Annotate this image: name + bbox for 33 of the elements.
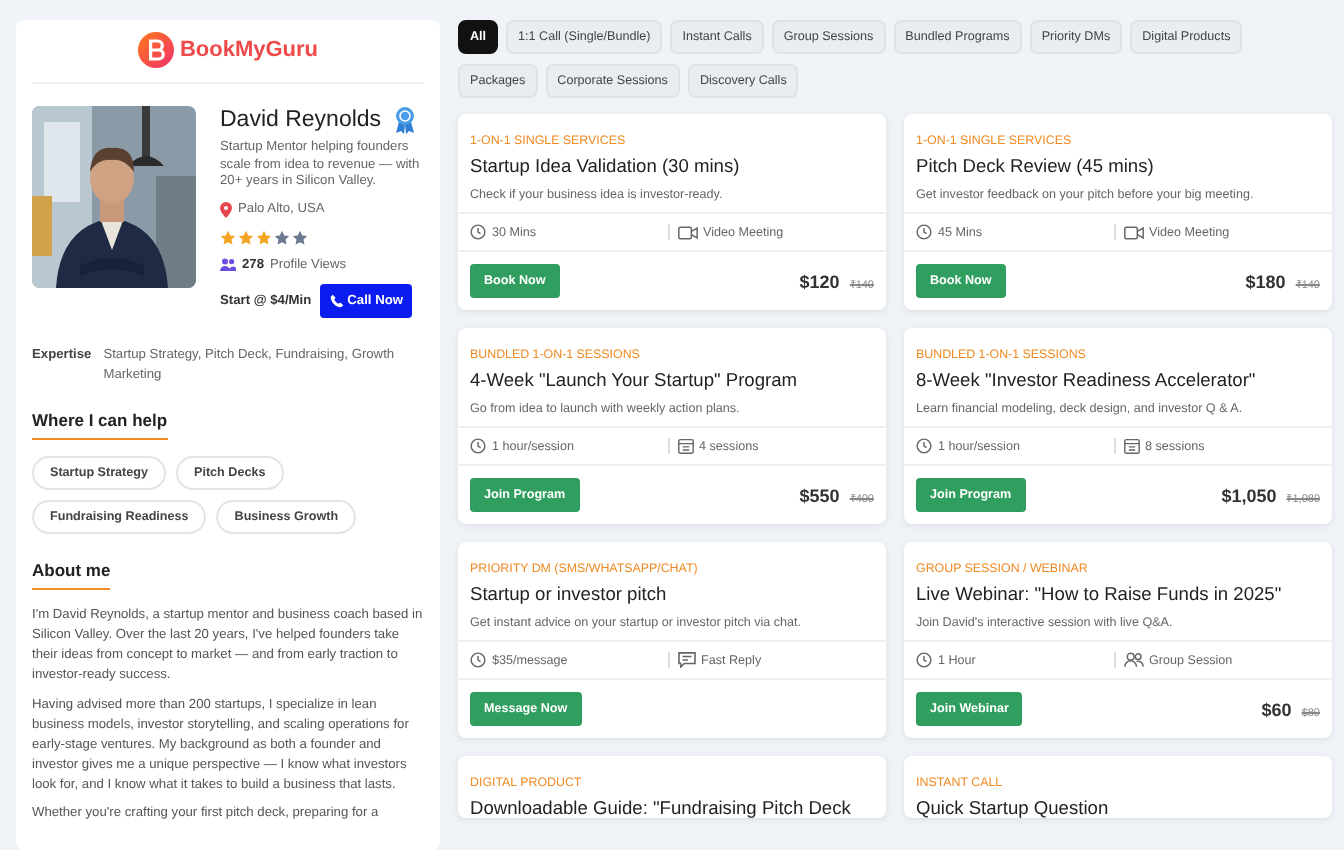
calendar-icon	[677, 438, 693, 454]
price: $60	[1261, 699, 1292, 719]
service-title: Startup Idea Validation (30 mins)	[468, 154, 742, 176]
service-title: Quick Startup Question	[914, 796, 1111, 818]
brand-name: BookMyGuru	[179, 38, 319, 62]
price: $1,050	[1221, 485, 1277, 505]
logo-icon	[137, 32, 174, 68]
service-title: 4-Week "Launch Your Startup" Program	[468, 368, 800, 390]
clock-icon	[916, 224, 932, 240]
price: $120	[799, 271, 840, 291]
service-title: Pitch Deck Review (45 mins)	[914, 154, 1156, 176]
service-title: Downloadable Guide: "Fundraising Pitch Deck	[468, 796, 853, 818]
section-heading: About me	[32, 560, 111, 591]
people-icon	[220, 257, 236, 272]
price: $550	[799, 485, 840, 505]
clock-icon	[470, 438, 486, 454]
people-icon	[1123, 652, 1143, 668]
video-camera-icon	[677, 225, 697, 239]
service-title: 8-Week "Investor Readiness Accelerator"	[914, 368, 1258, 390]
section-heading: Where I can help	[32, 410, 168, 441]
calendar-icon	[1123, 438, 1139, 454]
video-camera-icon	[1123, 225, 1143, 239]
service-title: Startup or investor pitch	[468, 582, 669, 604]
mentor-name: David Reynolds	[220, 108, 382, 132]
clock-icon	[470, 224, 486, 240]
clock-icon	[916, 438, 932, 454]
service-title: Live Webinar: "How to Raise Funds in 2025"	[914, 582, 1284, 604]
clock-icon	[916, 652, 932, 668]
chat-icon	[677, 652, 695, 668]
location-pin-icon	[220, 201, 232, 218]
clock-icon	[470, 652, 486, 668]
price: $180	[1245, 271, 1286, 291]
phone-icon	[329, 293, 344, 308]
